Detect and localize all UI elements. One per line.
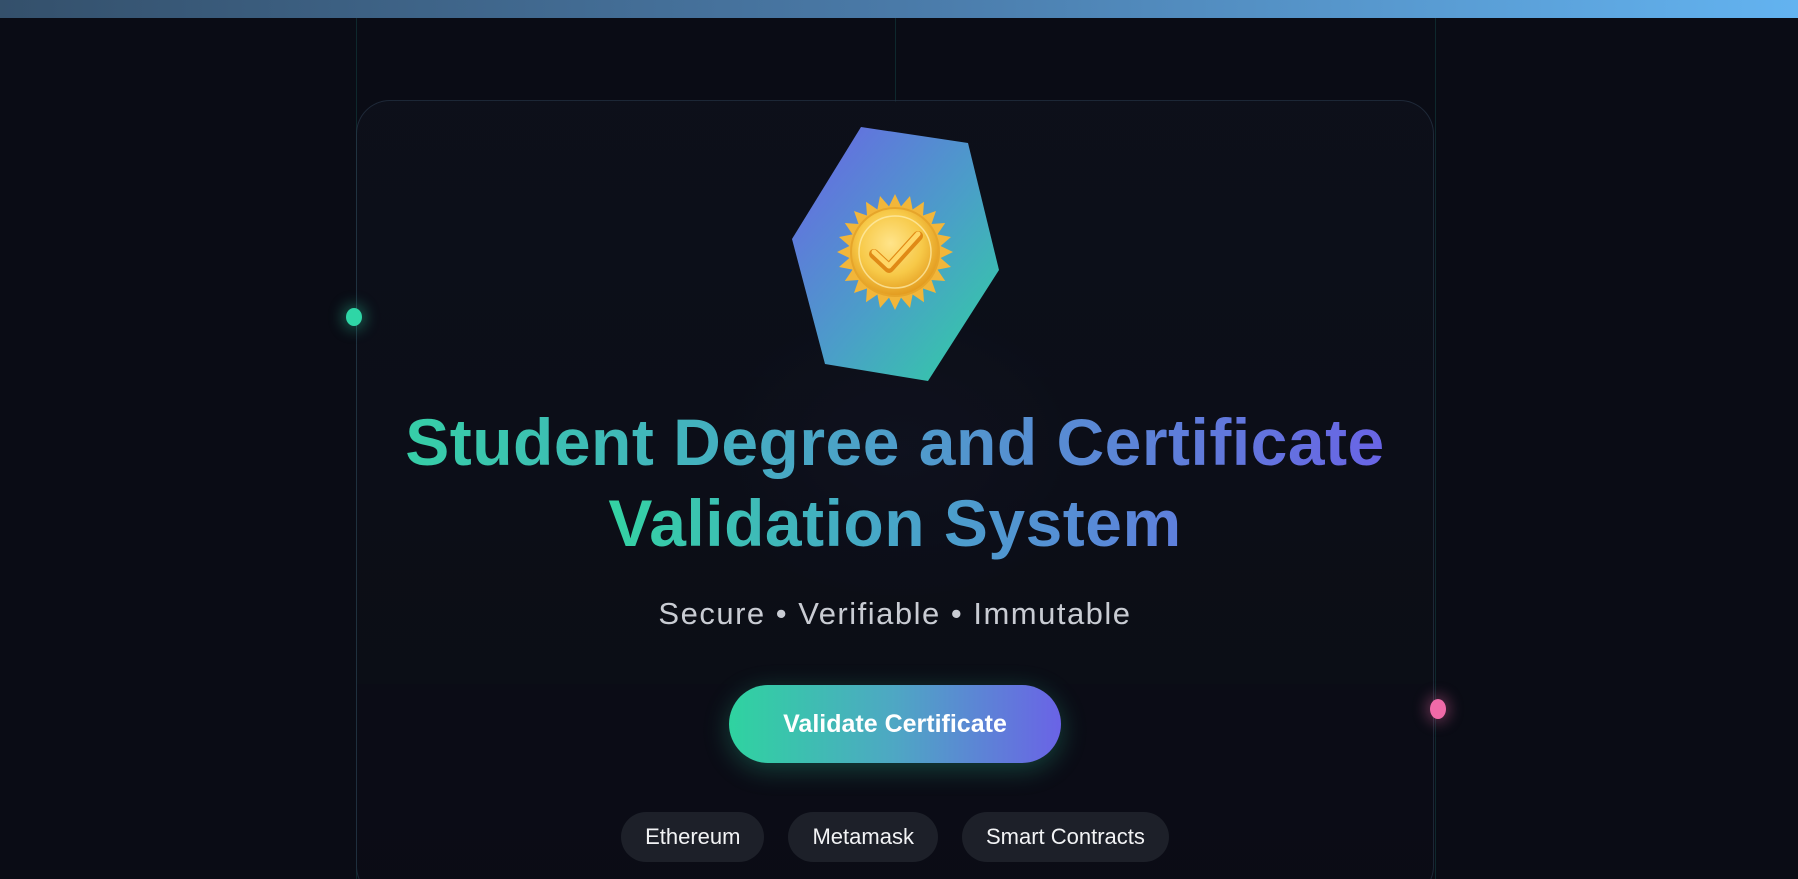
tech-tag-list: Ethereum Metamask Smart Contracts xyxy=(356,812,1434,862)
title-line-1: Student Degree and Certificate xyxy=(356,402,1434,483)
tag-metamask: Metamask xyxy=(788,812,938,862)
tagline: Secure • Verifiable • Immutable xyxy=(658,596,1132,631)
tag-ethereum: Ethereum xyxy=(621,812,765,862)
grid-line xyxy=(1435,18,1436,879)
landing-page: Student Degree and Certificate Validatio… xyxy=(0,0,1798,879)
validate-certificate-button[interactable]: Validate Certificate xyxy=(729,685,1061,763)
tag-smart-contracts: Smart Contracts xyxy=(961,812,1169,862)
title-line-2: Validation System xyxy=(608,483,1181,564)
page-title: Student Degree and Certificate Validatio… xyxy=(356,402,1434,564)
grid-line xyxy=(895,18,896,102)
decorative-orb-teal xyxy=(346,308,362,326)
decorative-orb-pink xyxy=(1430,699,1446,719)
certificate-emblem xyxy=(792,127,999,381)
gold-seal-checkmark-icon xyxy=(837,194,953,310)
top-accent-bar xyxy=(0,0,1798,18)
